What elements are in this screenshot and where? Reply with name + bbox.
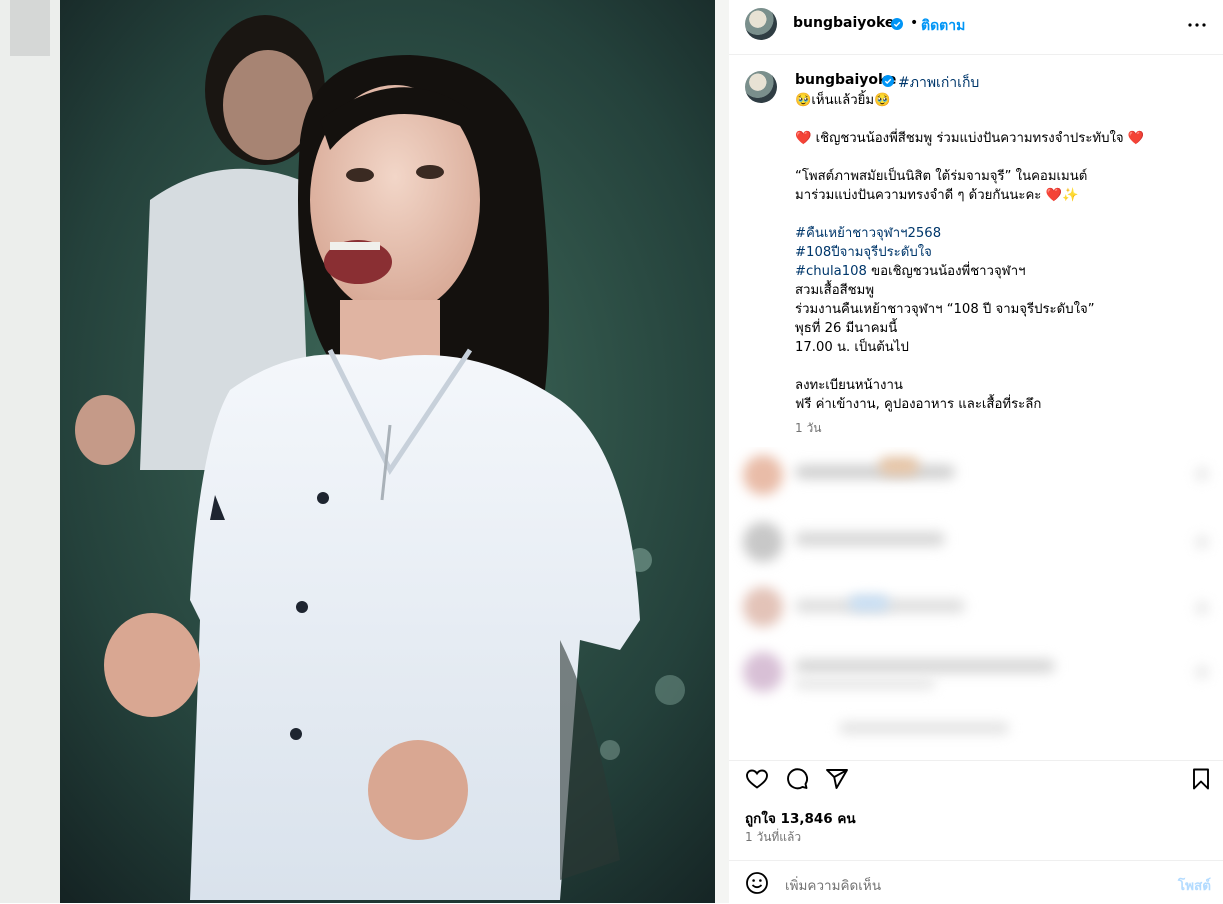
caption-line: “โพสต์ภาพสมัยเป็นนิสิต ใต้ร่มจามจุรี” ใน… [795,169,1088,184]
blurred-comment-like [1195,665,1209,679]
bookmark-icon[interactable] [1189,767,1213,791]
comments-list[interactable] [729,447,1223,760]
post-caption: bungbaiyoke #ภาพเก่าเก็บ 🥹เห็นแล้วยิ้ม🥹 … [729,55,1223,447]
share-icon[interactable] [825,767,849,791]
blurred-comment-like [1195,535,1209,549]
comment-icon[interactable] [785,767,809,791]
blurred-comment-like [1195,467,1209,481]
caption-line: พุธที่ 26 มีนาคมนี้ [795,321,898,336]
blurred-comment [849,595,889,611]
hashtag-link[interactable]: #108ปีจามจุรีประดับใจ [795,243,1195,262]
heart-icon[interactable] [745,767,769,791]
caption-line: ฟรี ค่าเข้างาน, คูปองอาหาร และเสื้อที่ระ… [795,397,1042,412]
caption-line: สวมเสื้อสีชมพู [795,283,875,298]
comment-composer: เพิ่มความคิดเห็น โพสต์ [729,860,1223,904]
comment-input[interactable]: เพิ่มความคิดเห็น [785,874,881,896]
photo-illustration [0,0,729,903]
post-sidebar: bungbaiyoke • ติดตาม bungbaiyoke #ภาพเก่… [729,0,1223,903]
more-options-icon[interactable] [1185,13,1209,37]
caption-text: 🥹เห็นแล้วยิ้ม🥹 ❤️ เชิญชวนน้องพี่สีชมพู ร… [795,91,1195,414]
hashtag-link[interactable]: #chula108 [795,264,867,279]
follow-button[interactable]: ติดตาม [921,15,965,37]
blurred-comment [839,722,1009,734]
blurred-comment [795,465,955,479]
hashtag-link[interactable]: #คืนเหย้าชาวจุฬาฯ2568 [795,224,1195,243]
caption-avatar[interactable] [745,71,777,103]
instagram-post-view: bungbaiyoke • ติดตาม bungbaiyoke #ภาพเก่… [0,0,1223,903]
blurred-comment-like [1195,601,1209,615]
heart-emoji-icon: ❤️ [1045,188,1063,203]
emoji-icon[interactable] [745,871,769,895]
caption-line: ลงทะเบียนหน้างาน [795,378,903,393]
post-header: bungbaiyoke • ติดตาม [729,0,1223,55]
blurred-comment [795,679,935,689]
caption-line: #chula108 ขอเชิญชวนน้องพี่ชาวจุฬาฯ [795,264,1026,279]
verified-badge-icon [891,18,903,30]
blurred-comment [795,532,945,546]
caption-line: ❤️ เชิญชวนน้องพี่สีชมพู ร่วมแบ่งปันความท… [795,131,1145,146]
blurred-comment-avatar [743,587,783,627]
post-timestamp[interactable]: 1 วันที่แล้ว [745,828,801,847]
separator-dot: • [910,15,919,31]
action-bar: ถูกใจ 13,846 คน 1 วันที่แล้ว [729,760,1223,871]
blurred-comment-avatar [743,652,783,692]
heart-emoji-icon: ❤️ [1127,131,1145,146]
like-count[interactable]: ถูกใจ 13,846 คน [745,807,856,829]
blurred-comment-avatar [743,455,783,495]
caption-line: 🥹เห็นแล้วยิ้ม🥹 [795,93,891,108]
username-link[interactable]: bungbaiyoke [793,15,894,31]
caption-timestamp[interactable]: 1 วัน [795,419,821,438]
heart-emoji-icon: ❤️ [795,131,812,146]
post-photo[interactable] [0,0,729,903]
blurred-comment [795,659,1055,673]
caption-line: มาร่วมแบ่งปันความทรงจำดี ๆ ด้วยกันนะคะ ❤… [795,188,1079,203]
avatar[interactable] [745,8,777,40]
verified-badge-icon [882,75,894,87]
sparkle-emoji-icon: ✨ [1062,188,1079,203]
post-comment-button[interactable]: โพสต์ [1178,874,1211,896]
caption-line: 17.00 น. เป็นต้นไป [795,340,909,355]
caption-line: ร่วมงานคืนเหย้าชาวจุฬาฯ “108 ปี จามจุรีป… [795,302,1095,317]
blurred-comment [879,457,919,475]
blurred-comment-avatar [743,522,783,562]
